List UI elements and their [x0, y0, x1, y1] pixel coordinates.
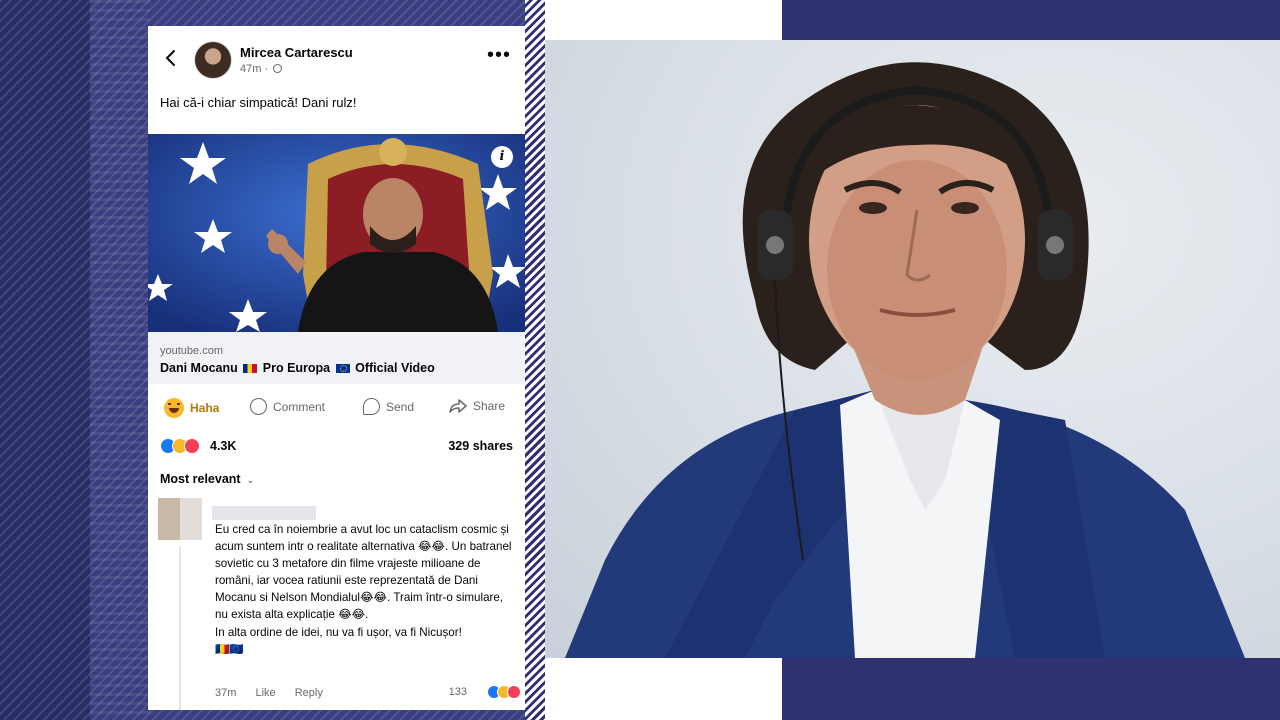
globe-icon	[273, 64, 283, 73]
author-avatar[interactable]	[194, 41, 232, 79]
link-title-part1: Dani Mocanu	[160, 361, 238, 375]
post-header: Mircea Cartarescu 47m · •••	[148, 26, 525, 86]
meta-separator: ·	[264, 63, 269, 75]
author-name[interactable]: Mircea Cartarescu	[240, 45, 353, 60]
post-time[interactable]: 47m	[240, 63, 261, 75]
comment-button[interactable]: Comment	[250, 398, 325, 415]
reaction-count[interactable]: 4.3K	[210, 439, 236, 453]
comment-sort-dropdown[interactable]: Most relevant ⌄	[160, 472, 254, 486]
comment-text: Eu cred ca în noiembrie a avut loc un ca…	[215, 523, 512, 656]
reaction-stats: 4.3K 329 shares	[148, 436, 525, 458]
haha-button[interactable]: Haha	[164, 398, 219, 418]
link-preview[interactable]: youtube.com Dani Mocanu Pro Europa Offic…	[148, 332, 525, 384]
reaction-icons[interactable]	[160, 438, 200, 454]
video-thumbnail[interactable]: i	[148, 134, 525, 332]
commenter-avatar[interactable]	[158, 498, 202, 540]
action-bar: Haha Comment Send Share	[148, 390, 525, 426]
comment-time: 37m	[215, 687, 237, 699]
haha-emoji-icon	[164, 398, 184, 418]
background-band	[90, 0, 150, 720]
portrait-photo	[545, 40, 1280, 658]
chevron-down-icon: ⌄	[246, 475, 255, 485]
sort-label: Most relevant	[160, 472, 241, 486]
romania-flag-icon	[243, 364, 258, 373]
comment-icon	[250, 398, 267, 415]
link-title-part2: Pro Europa	[262, 361, 331, 375]
send-icon	[363, 398, 380, 415]
facebook-post-card: Mircea Cartarescu 47m · ••• Hai că-i chi…	[148, 26, 525, 710]
eu-flag-icon	[335, 364, 350, 373]
share-label: Share	[473, 399, 506, 413]
comment-reaction-icons[interactable]	[487, 685, 521, 699]
commenter-name-redacted	[212, 506, 316, 520]
comment-like-button[interactable]: Like	[255, 687, 275, 699]
more-icon[interactable]: •••	[487, 45, 511, 65]
thread-line	[179, 546, 181, 710]
send-label: Send	[386, 399, 415, 414]
love-reaction-icon	[184, 438, 200, 454]
white-strip-top	[525, 0, 782, 40]
post-text: Hai că-i chiar simpatică! Dani rulz!	[160, 95, 357, 110]
love-reaction-icon	[507, 685, 521, 699]
post-meta: 47m ·	[240, 63, 283, 75]
share-count[interactable]: 329 shares	[448, 439, 513, 453]
send-button[interactable]: Send	[363, 398, 414, 415]
hatch-divider	[525, 0, 545, 720]
link-title: Dani Mocanu Pro Europa Official Video	[160, 361, 435, 375]
link-domain: youtube.com	[160, 345, 223, 357]
share-button[interactable]: Share	[449, 398, 505, 414]
comment-label: Comment	[273, 399, 326, 414]
link-title-part3: Official Video	[355, 361, 435, 375]
info-icon[interactable]: i	[491, 146, 513, 168]
comment-reply-button[interactable]: Reply	[295, 687, 323, 699]
back-arrow-icon[interactable]	[162, 48, 180, 68]
comment-reaction-count[interactable]: 133	[449, 686, 467, 698]
haha-label: Haha	[190, 401, 220, 415]
comment-footer: 37m Like Reply	[215, 687, 339, 699]
white-strip-bottom	[525, 658, 782, 720]
share-icon	[449, 399, 467, 413]
